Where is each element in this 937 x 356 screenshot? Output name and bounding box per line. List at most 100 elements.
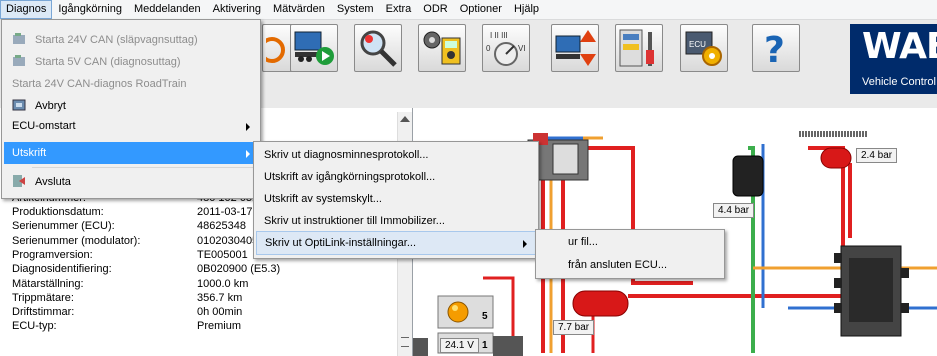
property-label: Programversion:	[12, 249, 93, 261]
air-tank	[572, 290, 629, 317]
menu-item-label: Avsluta	[35, 176, 71, 188]
menu-item-label: Skriv ut diagnosminnesprotokoll...	[264, 149, 429, 161]
help-icon: ?	[764, 30, 785, 70]
property-value: 2011-03-17	[197, 206, 253, 218]
multimeter-icon	[423, 31, 461, 65]
menu-item-ecu-restart[interactable]: ECU-omstart	[4, 115, 258, 137]
diagnos-menu: Starta 24V CAN (släpvagnsuttag) Starta 5…	[1, 19, 261, 199]
voltage-label: 24.1 V	[440, 338, 479, 353]
menu-item-label: Skriv ut OptiLink-inställningar...	[265, 237, 417, 249]
toolbar-button-search[interactable]	[354, 24, 402, 72]
pressure-label-3: 7.7 bar	[553, 320, 595, 335]
air-tank-small	[820, 147, 852, 169]
property-value: 48625348	[197, 220, 246, 232]
scroll-grip-icon	[401, 337, 409, 347]
menu-item-start-24v-can[interactable]: Starta 24V CAN (släpvagnsuttag)	[4, 29, 258, 51]
abort-icon	[12, 98, 26, 112]
submenu-arrow-icon	[246, 150, 250, 158]
menu-item-label: Starta 5V CAN (diagnosuttag)	[35, 56, 181, 68]
menu-item-print-immobilizer[interactable]: Skriv ut instruktioner till Immobilizer.…	[256, 210, 536, 232]
wabco-logo: WAB Vehicle Control	[850, 24, 937, 94]
property-value: 1000.0 km	[197, 278, 249, 290]
logo-text: WAB	[862, 26, 937, 67]
menu-item-label: från ansluten ECU...	[568, 259, 668, 271]
toolbar-button-tools[interactable]	[615, 24, 663, 72]
menu-extra[interactable]: Extra	[380, 0, 418, 19]
menu-item-print-commissioning[interactable]: Utskrift av igångkörningsprotokoll...	[256, 166, 536, 188]
menu-item-label: Utskrift av igångkörningsprotokoll...	[264, 171, 436, 183]
gear-5-label: 5	[482, 311, 488, 322]
menu-item-start-5v-can[interactable]: Starta 5V CAN (diagnosuttag)	[4, 51, 258, 73]
toolbar-button-measure[interactable]	[418, 24, 466, 72]
property-value: 356.7 km	[197, 292, 243, 304]
toolbar-button-help[interactable]: ?	[752, 24, 800, 72]
property-label: Serienummer (ECU):	[12, 220, 115, 232]
property-label: Diagnosidentifiering:	[12, 263, 112, 275]
menu-item-print-optilink[interactable]: Skriv ut OptiLink-inställningar...	[256, 231, 536, 255]
menu-matvarden[interactable]: Mätvärden	[267, 0, 331, 19]
svg-text:?: ?	[764, 30, 785, 70]
ecu-gear-icon: ECU	[685, 31, 722, 66]
logo-subtitle: Vehicle Control	[862, 76, 936, 88]
menu-item-label: Avbryt	[35, 100, 66, 112]
optilink-submenu: ur fil... från ansluten ECU...	[535, 229, 725, 279]
menu-item-print-diagnostic-memory[interactable]: Skriv ut diagnosminnesprotokoll...	[256, 144, 536, 166]
property-label: Serienummer (modulator):	[12, 235, 141, 247]
magnifier-icon	[360, 30, 397, 67]
property-label: Produktionsdatum:	[12, 206, 104, 218]
menu-hjalp[interactable]: Hjälp	[508, 0, 545, 19]
property-label: Driftstimmar:	[12, 306, 75, 318]
print-submenu: Skriv ut diagnosminnesprotokoll... Utskr…	[253, 141, 539, 259]
menu-item-label: Starta 24V CAN (släpvagnsuttag)	[35, 34, 198, 46]
pressure-label-1: 2.4 bar	[856, 148, 898, 163]
menu-system[interactable]: System	[331, 0, 380, 19]
toolbar-button-start-diagnosis[interactable]	[290, 24, 338, 72]
menu-item-print[interactable]: Utskrift	[4, 142, 258, 164]
menu-item-abort[interactable]: Avbryt	[4, 95, 258, 117]
property-value: 0B020900 (E5.3)	[197, 263, 281, 275]
property-value: 0h 00min	[197, 306, 243, 318]
menu-item-print-system-plate[interactable]: Utskrift av systemskylt...	[256, 188, 536, 210]
toolbar-button-pressure[interactable]	[551, 24, 599, 72]
menu-item-from-file[interactable]: ur fil...	[538, 231, 722, 253]
menu-item-label: ur fil...	[568, 236, 598, 248]
property-value: TE005001	[197, 249, 248, 261]
tools-icon	[619, 29, 654, 67]
menu-item-from-ecu[interactable]: från ansluten ECU...	[538, 254, 722, 276]
menu-item-quit[interactable]: Avsluta	[4, 171, 258, 193]
trailer-arrows-icon	[555, 30, 596, 66]
brake-chamber	[732, 155, 764, 197]
gauge-icon: I II III 0 VI	[486, 31, 526, 66]
toolbar-button-ecu[interactable]: ECU	[680, 24, 728, 72]
trailer-play-icon	[294, 31, 334, 65]
toolbar-button-gauge[interactable]: I II III 0 VI	[482, 24, 530, 72]
submenu-arrow-icon	[246, 123, 250, 131]
menu-bar: Diagnos Igångkörning Meddelanden Aktiver…	[0, 0, 937, 20]
property-value: Premium	[197, 320, 242, 332]
start-can-icon	[12, 54, 26, 68]
menu-meddelanden[interactable]: Meddelanden	[128, 0, 207, 19]
start-can-icon	[12, 32, 26, 46]
menu-separator	[32, 167, 258, 168]
ecu-module	[834, 245, 909, 337]
property-label: Mätarställning:	[12, 278, 84, 290]
quit-icon	[12, 174, 26, 188]
property-label: ECU-typ:	[12, 320, 57, 332]
menu-item-label: Utskrift av systemskylt...	[264, 193, 382, 205]
submenu-arrow-icon	[523, 240, 527, 248]
menu-item-label: Utskrift	[12, 147, 47, 159]
gear-1-label: 1	[482, 340, 488, 351]
menu-optioner[interactable]: Optioner	[454, 0, 508, 19]
svg-text:VI: VI	[518, 44, 526, 53]
menu-aktivering[interactable]: Aktivering	[207, 0, 267, 19]
menu-diagnos[interactable]: Diagnos	[0, 0, 53, 19]
menu-item-start-roadtrain[interactable]: Starta 24V CAN-diagnos RoadTrain	[4, 73, 258, 95]
menu-igangkorning[interactable]: Igångkörning	[52, 0, 128, 19]
pressure-label-2: 4.4 bar	[713, 203, 755, 218]
svg-text:ECU: ECU	[689, 40, 706, 49]
menu-item-label: Starta 24V CAN-diagnos RoadTrain	[12, 78, 187, 90]
scroll-up-arrow-icon[interactable]	[400, 116, 410, 122]
menu-odr[interactable]: ODR	[417, 0, 453, 19]
menu-item-label: Skriv ut instruktioner till Immobilizer.…	[264, 215, 445, 227]
svg-text:0: 0	[486, 44, 491, 53]
